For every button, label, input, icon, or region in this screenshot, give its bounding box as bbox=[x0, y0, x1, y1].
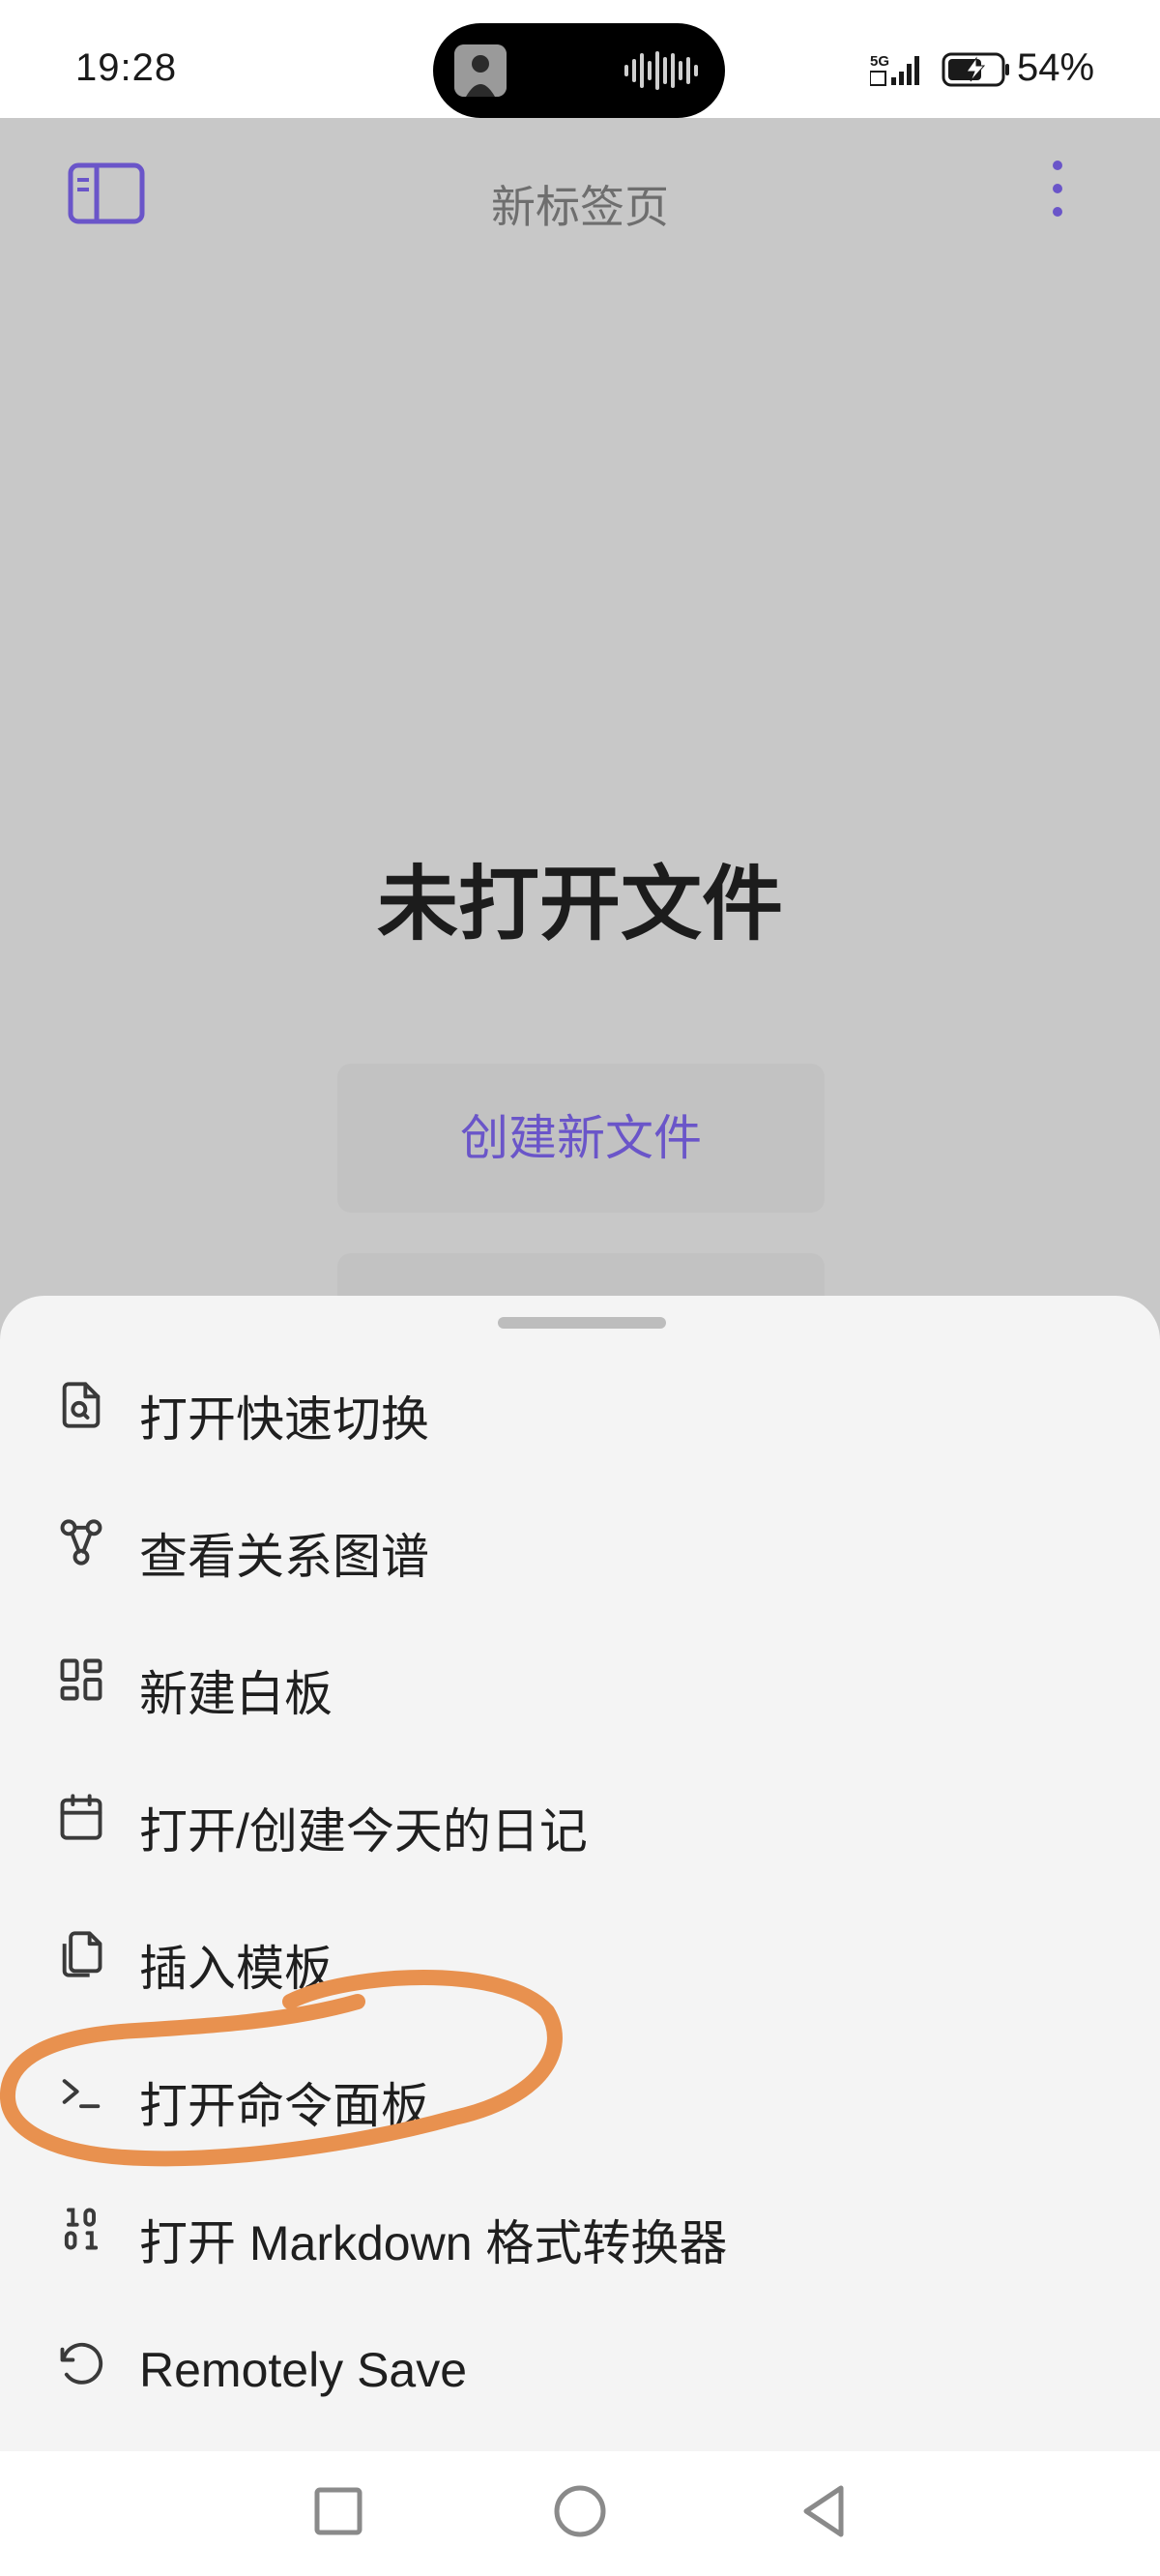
rotate-ccw-icon bbox=[56, 2341, 106, 2391]
menu-item-quick-switcher[interactable]: 打开快速切换 bbox=[0, 1336, 1160, 1474]
menu-item-daily-note[interactable]: 打开/创建今天的日记 bbox=[0, 1748, 1160, 1886]
menu-item-remotely-save[interactable]: Remotely Save bbox=[0, 2298, 1160, 2435]
menu-item-label: 打开 Markdown 格式转换器 bbox=[139, 2216, 728, 2270]
system-nav-bar bbox=[0, 2451, 1160, 2576]
menu-item-command-palette[interactable]: 打开命令面板 bbox=[0, 2023, 1160, 2160]
file-search-icon bbox=[56, 1380, 106, 1430]
menu-item-label: 打开命令面板 bbox=[139, 2079, 429, 2133]
menu-item-label: 新建白板 bbox=[139, 1667, 333, 1721]
square-icon[interactable] bbox=[307, 2480, 369, 2542]
battery-icon bbox=[942, 50, 1011, 94]
terminal-icon bbox=[56, 2066, 106, 2117]
signal-label: 5G bbox=[870, 53, 889, 70]
empty-state-title: 未打开文件 bbox=[376, 859, 783, 950]
circle-icon[interactable] bbox=[549, 2480, 611, 2542]
menu-item-new-canvas[interactable]: 新建白板 bbox=[0, 1611, 1160, 1748]
battery-percent: 54% bbox=[1017, 46, 1095, 89]
canvas-icon bbox=[56, 1654, 106, 1705]
page-title: 新标签页 bbox=[491, 182, 669, 232]
menu-item-label: 打开/创建今天的日记 bbox=[139, 1804, 588, 1859]
app-header: 新标签页 bbox=[0, 118, 1160, 273]
menu-item-label: 插入模板 bbox=[139, 1942, 333, 1996]
menu-item-graph[interactable]: 查看关系图谱 bbox=[0, 1474, 1160, 1611]
copy-icon bbox=[56, 1929, 106, 1979]
sheet-drag-handle[interactable] bbox=[498, 1317, 666, 1329]
create-file-button[interactable]: 创建新文件 bbox=[337, 1064, 825, 1213]
audio-wave-icon bbox=[624, 51, 700, 95]
binary-icon bbox=[56, 2204, 106, 2254]
more-vertical-icon[interactable] bbox=[1044, 161, 1071, 228]
bottom-sheet-menu: 打开快速切换 查看关系图谱 新建白板 打开/创建今天的日记 插入模板 打开命令面… bbox=[0, 1296, 1160, 2451]
create-file-label: 创建新文件 bbox=[460, 1111, 702, 1165]
status-time: 19:28 bbox=[75, 46, 178, 89]
status-bar: 19:28 5G 54% bbox=[0, 0, 1160, 118]
triangle-icon[interactable] bbox=[795, 2480, 856, 2542]
menu-item-label: 查看关系图谱 bbox=[139, 1530, 429, 1584]
menu-item-markdown-converter[interactable]: 打开 Markdown 格式转换器 bbox=[0, 2160, 1160, 2298]
calendar-icon bbox=[56, 1792, 106, 1842]
menu-item-label: Remotely Save bbox=[139, 2343, 468, 2397]
album-art-icon bbox=[454, 44, 507, 97]
signal-icon: 5G bbox=[869, 50, 930, 94]
menu-item-insert-template[interactable]: 插入模板 bbox=[0, 1886, 1160, 2023]
graph-icon bbox=[56, 1517, 106, 1567]
menu-item-label: 打开快速切换 bbox=[139, 1392, 429, 1447]
dynamic-island[interactable] bbox=[433, 23, 725, 118]
